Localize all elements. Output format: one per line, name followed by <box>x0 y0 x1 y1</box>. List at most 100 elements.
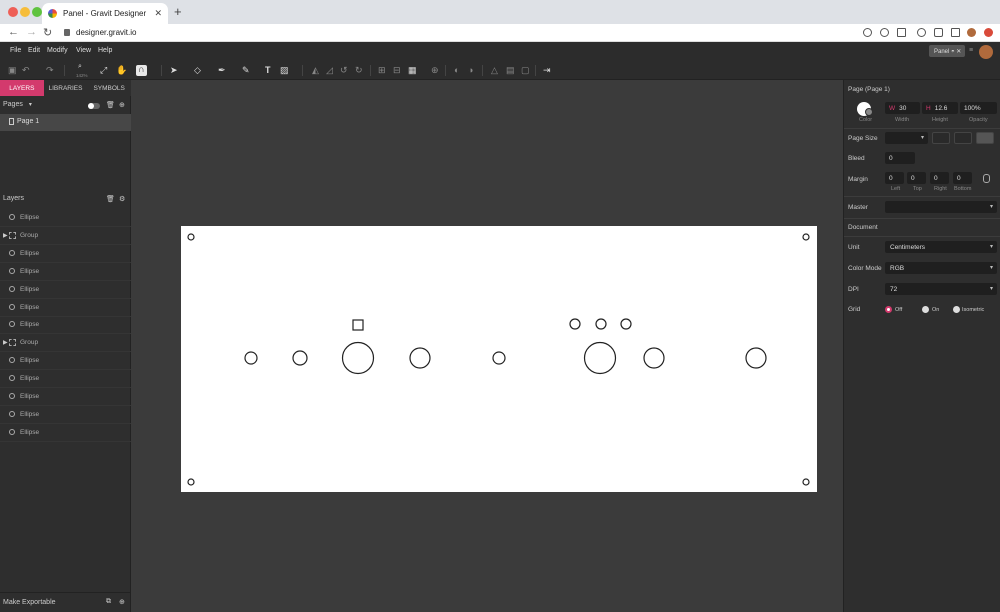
orientation-rotate-icon[interactable] <box>932 132 950 144</box>
group-icon[interactable]: ⊞ <box>378 66 387 75</box>
tab-libraries[interactable]: LIBRARIES <box>43 80 88 96</box>
margin-bottom-field[interactable]: 0 <box>953 172 972 184</box>
grid-on-radio[interactable] <box>922 306 929 313</box>
corner-hole-ellipse[interactable] <box>802 233 810 241</box>
unit-select[interactable]: Centimeters ▾ <box>885 241 997 253</box>
export-settings-icon[interactable]: ⧉ <box>106 598 111 606</box>
hamburger-icon[interactable]: ≡ <box>969 47 973 54</box>
ellipse-shape[interactable] <box>409 347 431 369</box>
master-select[interactable]: ▾ <box>885 201 997 213</box>
corner-hole-ellipse[interactable] <box>187 233 195 241</box>
grid-isometric-radio[interactable] <box>953 306 960 313</box>
zoom-level[interactable]: 142% <box>76 72 90 80</box>
puzzle-icon[interactable] <box>934 28 943 37</box>
expand-arrow-icon[interactable]: ▶ <box>3 232 8 239</box>
margin-left-field[interactable]: 0 <box>885 172 904 184</box>
text-tool-icon[interactable]: T <box>265 66 274 75</box>
grid-off-radio[interactable] <box>885 306 892 313</box>
browser-tab[interactable]: Panel - Gravit Designer ✕ <box>42 3 168 24</box>
ellipse-shape[interactable] <box>595 318 607 330</box>
corner-hole-ellipse[interactable] <box>187 478 195 486</box>
shape-tool-icon[interactable]: ◇ <box>194 66 203 75</box>
link-margins-icon[interactable] <box>983 174 990 183</box>
layer-row-group[interactable]: ▶ Group <box>0 227 131 245</box>
hand-tool-icon[interactable]: ✋ <box>116 66 127 75</box>
layer-row-ellipse[interactable]: Ellipse <box>0 352 131 371</box>
layer-row-ellipse[interactable]: Ellipse <box>0 388 131 406</box>
layer-row-ellipse[interactable]: Ellipse <box>0 209 131 227</box>
make-exportable-bar[interactable]: Make Exportable ⧉ ⊕ <box>0 592 131 612</box>
page-size-select[interactable]: ▾ <box>885 132 928 144</box>
trash-icon[interactable]: 🗑 <box>106 195 115 203</box>
ellipse-shape[interactable] <box>341 341 375 375</box>
back-arrow-icon[interactable]: ← <box>8 26 19 38</box>
rotate-cw-icon[interactable]: ↻ <box>355 66 364 75</box>
pointer-tool-icon[interactable]: ➤ <box>170 66 179 75</box>
maximize-window-button[interactable] <box>32 7 42 17</box>
extension-icon[interactable] <box>984 28 993 37</box>
new-tab-button[interactable]: + <box>174 4 182 19</box>
color-picker-icon[interactable] <box>865 108 873 116</box>
artboard-page[interactable] <box>181 226 817 492</box>
reading-list-icon[interactable] <box>951 28 960 37</box>
menu-edit[interactable]: Edit <box>28 47 40 54</box>
chevron-down-icon[interactable]: ▾ <box>29 102 32 108</box>
ungroup-icon[interactable]: ⊟ <box>393 66 402 75</box>
redo-icon[interactable]: ↷ <box>46 66 55 75</box>
profile-avatar[interactable] <box>967 28 976 37</box>
boolean-icon[interactable]: ⊕ <box>431 66 440 75</box>
margin-top-field[interactable]: 0 <box>907 172 926 184</box>
menu-modify[interactable]: Modify <box>47 47 68 54</box>
add-page-icon[interactable]: ⊕ <box>119 101 125 109</box>
layer-row-ellipse[interactable]: Ellipse <box>0 299 131 317</box>
menu-help[interactable]: Help <box>98 47 112 54</box>
image-tool-icon[interactable]: ▨ <box>280 66 289 75</box>
ellipse-shape[interactable] <box>620 318 632 330</box>
ellipse-shape[interactable] <box>643 347 665 369</box>
frame-icon[interactable]: ▢ <box>521 66 530 75</box>
ellipse-shape[interactable] <box>292 350 308 366</box>
menu-file[interactable]: File <box>10 47 21 54</box>
ellipse-shape[interactable] <box>583 341 617 375</box>
zoom-icon[interactable]: ⌕ <box>78 63 87 71</box>
dpi-select[interactable]: 72 ▾ <box>885 283 997 295</box>
layer-row-ellipse[interactable]: Ellipse <box>0 424 131 442</box>
arrange-icon[interactable]: ▦ <box>408 66 417 75</box>
extension-icon[interactable] <box>863 28 872 37</box>
width-field[interactable]: W 30 <box>885 102 920 114</box>
pencil-tool-icon[interactable]: ✎ <box>242 66 251 75</box>
skew-icon[interactable]: ◿ <box>326 66 335 75</box>
landscape-icon[interactable] <box>976 132 994 144</box>
ellipse-shape[interactable] <box>492 351 506 365</box>
flip-icon[interactable]: ◭ <box>312 66 321 75</box>
snap-magnet-icon[interactable]: ∩ <box>136 65 147 76</box>
document-tab[interactable]: Panel ◓ ✕ <box>929 45 965 57</box>
layer-row-ellipse[interactable]: Ellipse <box>0 263 131 281</box>
mask-icon[interactable]: ◐ <box>454 66 463 75</box>
eye-off-icon[interactable] <box>880 28 889 37</box>
ellipse-shape[interactable] <box>569 318 581 330</box>
canvas-area[interactable] <box>132 80 842 612</box>
menu-view[interactable]: View <box>76 47 91 54</box>
tab-layers[interactable]: LAYERS <box>0 80 44 96</box>
layer-row-ellipse[interactable]: Ellipse <box>0 281 131 299</box>
trash-icon[interactable]: 🗑 <box>106 101 115 109</box>
layer-row-group[interactable]: ▶ Group <box>0 334 131 353</box>
margin-right-field[interactable]: 0 <box>930 172 949 184</box>
layer-row-ellipse[interactable]: Ellipse <box>0 370 131 389</box>
rotate-ccw-icon[interactable]: ↺ <box>340 66 349 75</box>
layer-row-ellipse[interactable]: Ellipse <box>0 245 131 263</box>
user-avatar[interactable] <box>979 45 993 59</box>
fit-screen-icon[interactable]: ⤢ <box>100 66 109 75</box>
rectangle-shape[interactable] <box>352 319 364 331</box>
star-icon[interactable] <box>897 28 906 37</box>
layer-options-icon[interactable]: ⚙ <box>119 195 125 203</box>
minimize-window-button[interactable] <box>20 7 30 17</box>
layer-row-ellipse[interactable]: Ellipse <box>0 316 131 335</box>
close-window-button[interactable] <box>8 7 18 17</box>
reload-icon[interactable]: ↻ <box>43 26 52 39</box>
tab-close-icon[interactable]: ✕ <box>154 8 162 19</box>
extension-icon[interactable] <box>917 28 926 37</box>
undo-icon[interactable]: ↶ <box>22 66 31 75</box>
clip-icon[interactable]: ◑ <box>468 66 477 75</box>
